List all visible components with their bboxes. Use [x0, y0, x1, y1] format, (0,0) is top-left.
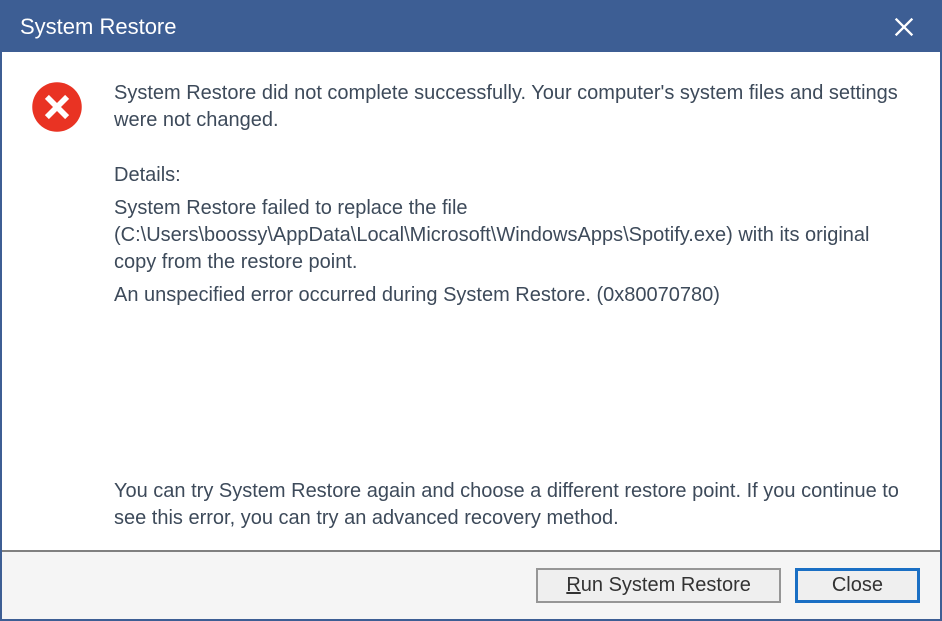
run-system-restore-button[interactable]: Run System Restore: [536, 568, 781, 603]
message-column: System Restore did not complete successf…: [114, 80, 912, 550]
close-window-button[interactable]: [876, 2, 932, 52]
details-label: Details:: [114, 162, 912, 189]
mnemonic-r: R: [566, 574, 580, 596]
run-label-rest: un System Restore: [581, 574, 751, 596]
dialog-footer: Run System Restore Close: [2, 552, 940, 619]
suggestion-text: You can try System Restore again and cho…: [114, 478, 912, 532]
dialog-content: System Restore did not complete successf…: [2, 52, 940, 550]
close-icon: [894, 17, 914, 37]
titlebar: System Restore: [2, 2, 940, 52]
icon-column: [30, 80, 90, 550]
close-button[interactable]: Close: [795, 568, 920, 603]
details-line-2: An unspecified error occurred during Sys…: [114, 282, 912, 309]
system-restore-dialog: System Restore System Restore did not co…: [0, 0, 942, 621]
error-icon: [30, 80, 84, 134]
window-title: System Restore: [20, 14, 876, 40]
summary-text: System Restore did not complete successf…: [114, 80, 912, 134]
details-line-1: System Restore failed to replace the fil…: [114, 195, 912, 276]
